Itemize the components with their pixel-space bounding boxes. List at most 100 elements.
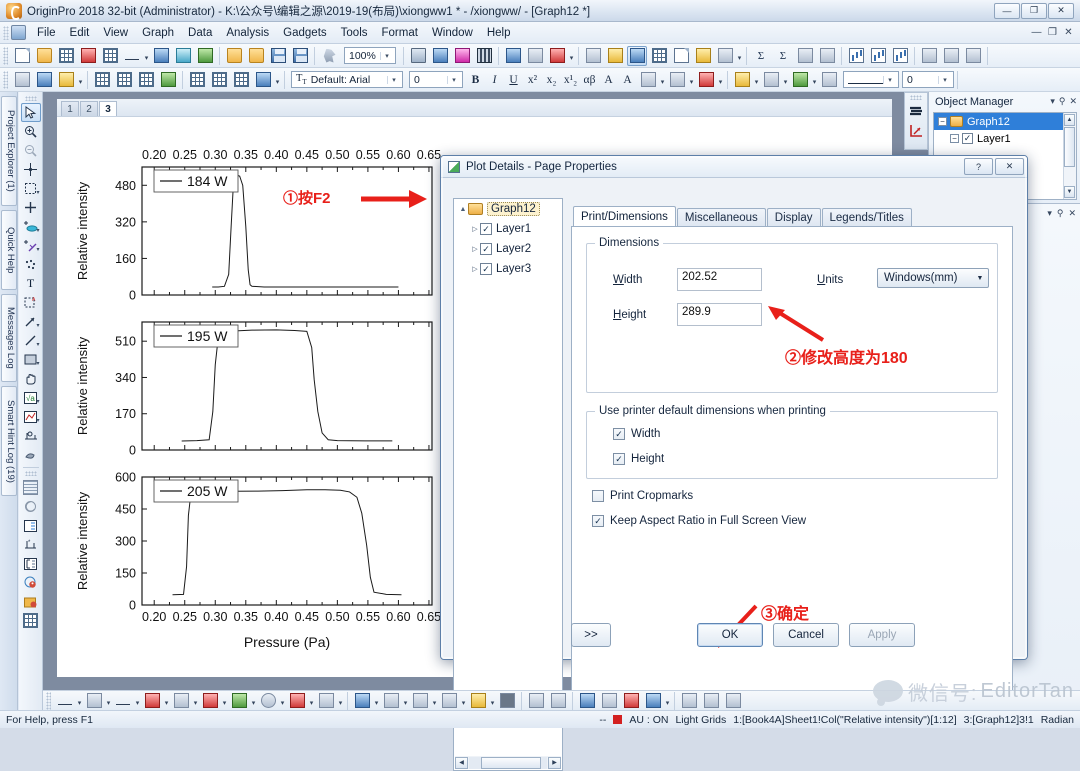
histogram-button[interactable] [868,46,888,66]
keep-aspect-ratio-row[interactable]: ✓ Keep Aspect Ratio in Full Screen View [592,515,806,527]
open-excel-button[interactable] [246,46,266,66]
data-reader-tool[interactable] [21,160,41,179]
scroll-thumb[interactable] [481,756,541,769]
checkbox-icon[interactable]: ✓ [592,515,604,527]
fill-color-dropdown[interactable]: ▾ [753,70,760,90]
3d-scatter-button[interactable] [410,691,430,711]
more-button[interactable]: >> [571,623,611,647]
column-bar-dropdown[interactable]: ▾ [163,691,170,711]
mask-points-tool[interactable] [21,255,41,274]
zoom-combo[interactable]: 100% ▾ [344,47,396,64]
pin-icon[interactable]: ⚲ [1059,96,1066,107]
dialog-object-tree[interactable]: ▲ Graph12 ▷ ✓ Layer1 ▷ ✓ Layer2 ▷ ✓ Laye… [453,198,563,771]
import-multiple-ascii-button[interactable] [114,70,134,90]
doc-close-button[interactable]: ✕ [1062,26,1075,39]
align-layers-button[interactable] [577,691,597,711]
add-object-tool[interactable]: A [21,293,41,312]
greek-button[interactable]: αβ [580,70,599,89]
notes-window-button[interactable] [671,46,691,66]
pin-icon[interactable]: ⚲ [1057,208,1064,219]
chevron-down-icon[interactable]: ▾ [380,51,393,60]
tree-row-graph12[interactable]: ▲ Graph12 [454,199,562,219]
font-color-dropdown[interactable]: ▾ [717,70,724,90]
status-dataset[interactable]: 1:[Book4A]Sheet1!Col("Relative intensity… [733,714,956,726]
new-function-plot-dropdown[interactable]: ▾ [143,46,150,66]
chevron-down-icon[interactable]: ▼ [972,275,988,282]
toolbar-grip[interactable] [46,691,51,710]
expander-icon[interactable]: ▷ [470,245,480,253]
contour-dropdown[interactable]: ▾ [337,691,344,711]
doc-restore-button[interactable]: ❐ [1046,26,1059,39]
arrange-layers-button[interactable] [599,691,619,711]
new-folder-button[interactable] [34,46,54,66]
close-icon[interactable]: ✕ [1069,96,1077,107]
plot-details-button[interactable] [627,45,647,66]
scroll-up-icon[interactable]: ▲ [1064,114,1075,126]
scale-bar-tool[interactable] [21,554,41,573]
graph-tab-1[interactable]: 1 [61,101,79,116]
cancel-button[interactable]: Cancel [773,623,839,647]
object-manager-row-layer1[interactable]: − ✓ Layer1 [934,130,1076,147]
scroll-track[interactable] [469,756,547,769]
axis-arrow-icon[interactable] [906,121,926,140]
set-as-x-button[interactable] [209,70,229,90]
area-plot-dropdown[interactable]: ▾ [250,691,257,711]
pointer-tool[interactable] [20,103,41,122]
status-angle-unit[interactable]: Radian [1041,714,1074,726]
checkbox-icon[interactable] [592,490,604,502]
move-left-button[interactable] [679,691,699,711]
box-chart-button[interactable] [287,691,307,711]
subscript-button[interactable]: x₂ [542,70,561,89]
merge-graph-button[interactable] [547,46,567,66]
3d-wire-dropdown[interactable]: ▾ [402,691,409,711]
toolbar-grip[interactable] [3,46,8,65]
rotate-button[interactable] [723,691,743,711]
move-right-button[interactable] [701,691,721,711]
tab-miscellaneous[interactable]: Miscellaneous [676,208,766,227]
zoom-out-tool[interactable] [21,141,41,160]
font-color-button[interactable] [696,70,716,90]
image-plot-button[interactable] [497,691,517,711]
speed-mode-tool[interactable] [21,516,41,535]
line-style-combo[interactable]: 0 ▾ [902,71,954,88]
add-layer-dropdown[interactable]: ▾ [736,46,743,66]
toolbar-grip[interactable] [3,70,8,89]
add-new-columns-button[interactable] [187,70,207,90]
import-single-ascii-button[interactable] [92,70,112,90]
run-script-button[interactable] [319,46,339,66]
heatmap-dropdown[interactable]: ▾ [489,691,496,711]
regional-mask-tool[interactable]: ▾ [21,217,41,236]
underline-button[interactable]: U [504,70,523,89]
ternary-dropdown[interactable]: ▾ [460,691,467,711]
fill-color-button[interactable] [732,70,752,90]
merge-graph-dropdown[interactable]: ▾ [568,46,575,66]
pattern-button[interactable] [761,70,781,90]
arrow-tool[interactable]: ▾ [21,312,41,331]
menu-edit[interactable]: Edit [63,24,97,42]
3d-bar-dropdown[interactable]: ▾ [221,691,228,711]
3d-scatter-dropdown[interactable]: ▾ [431,691,438,711]
plot-details-dialog[interactable]: Plot Details - Page Properties ? ✕ ▲ Gra… [440,155,1028,771]
layer-checkbox[interactable]: ✓ [480,223,492,235]
screen-reader-tool[interactable] [21,198,41,217]
insert-graph-tool[interactable]: ▾ [21,407,41,426]
import-excel-button[interactable] [158,70,178,90]
help-button[interactable]: ? [964,158,993,175]
dock-smart-hint-log[interactable]: Smart Hint Log (19) [1,386,17,496]
scroll-left-icon[interactable]: ◀ [455,756,468,769]
merge-graph-windows-button[interactable] [526,691,546,711]
increase-font-button[interactable]: A [599,70,618,89]
tree-row-layer3[interactable]: ▷ ✓ Layer3 [454,259,562,279]
statistics-column-button[interactable]: Σ [773,46,793,66]
rescale-tool[interactable] [21,497,41,516]
chevron-down-icon[interactable]: ▾ [447,75,460,84]
save-project-button[interactable] [268,46,288,66]
status-grids[interactable]: Light Grids [675,714,726,726]
column-plot-button[interactable] [846,46,866,66]
tab-legends-titles[interactable]: Legends/Titles [821,208,912,227]
tree-row-layer2[interactable]: ▷ ✓ Layer2 [454,239,562,259]
line-symbol-button[interactable] [113,691,133,711]
bold-button[interactable]: B [466,70,485,89]
status-autoupdate[interactable]: AU : ON [629,714,668,726]
scroll-down-icon[interactable]: ▼ [1064,186,1075,198]
